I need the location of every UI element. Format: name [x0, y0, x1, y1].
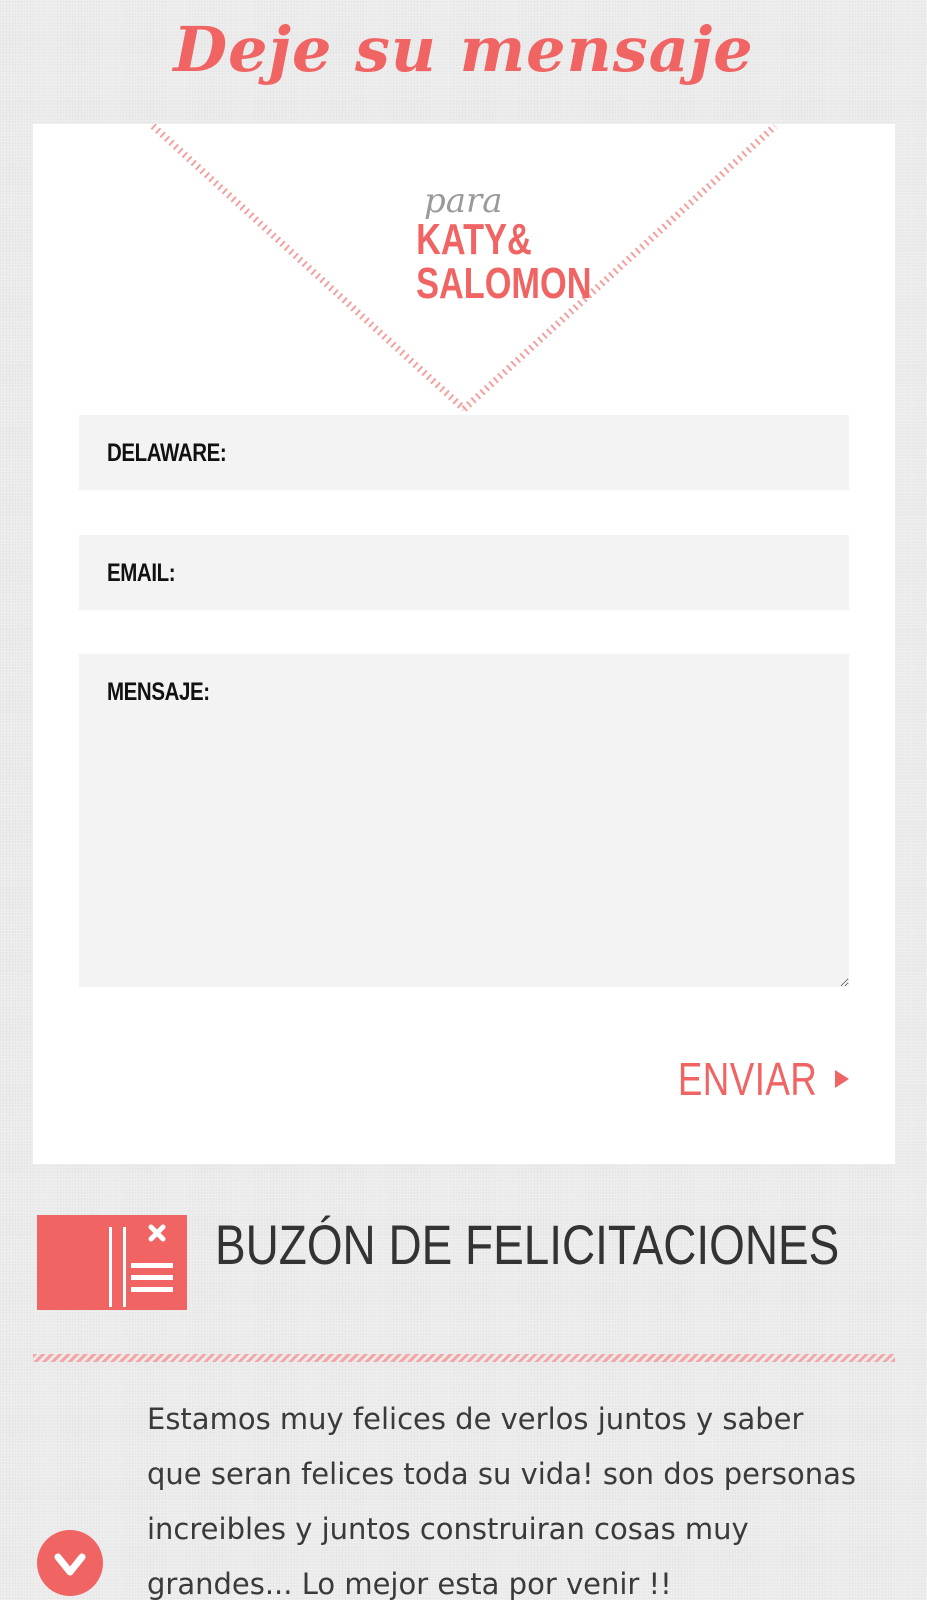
logo-name-line-1: KATY& — [416, 215, 532, 264]
submit-button[interactable]: ENVIAR — [643, 1049, 849, 1109]
name-input[interactable] — [79, 415, 849, 490]
email-input[interactable] — [79, 535, 849, 610]
message-textarea[interactable] — [79, 654, 849, 987]
email-field[interactable]: EMAIL: — [79, 535, 849, 610]
logo-para-text: para — [424, 181, 503, 221]
section-title: BUZÓN DE FELICITACIONES — [215, 1213, 840, 1276]
congratulation-message: Estamos muy felices de verlos juntos y s… — [147, 1402, 857, 1600]
name-field[interactable]: DELAWARE: — [79, 415, 849, 490]
message-field[interactable]: MENSAJE: — [79, 654, 849, 987]
heart-icon — [37, 1530, 103, 1596]
mailbox-icon — [37, 1215, 187, 1310]
play-arrow-icon — [835, 1070, 849, 1088]
logo-name-line-2: SALOMON — [416, 259, 592, 308]
couple-logo: para KATY& SALOMON — [388, 181, 592, 314]
submit-button-label: ENVIAR — [677, 1053, 817, 1105]
divider — [33, 1354, 895, 1362]
message-form-card: para KATY& SALOMON DELAWARE: EMAIL: MENS… — [33, 124, 895, 1164]
page-title: Deje su mensaje — [173, 13, 754, 86]
